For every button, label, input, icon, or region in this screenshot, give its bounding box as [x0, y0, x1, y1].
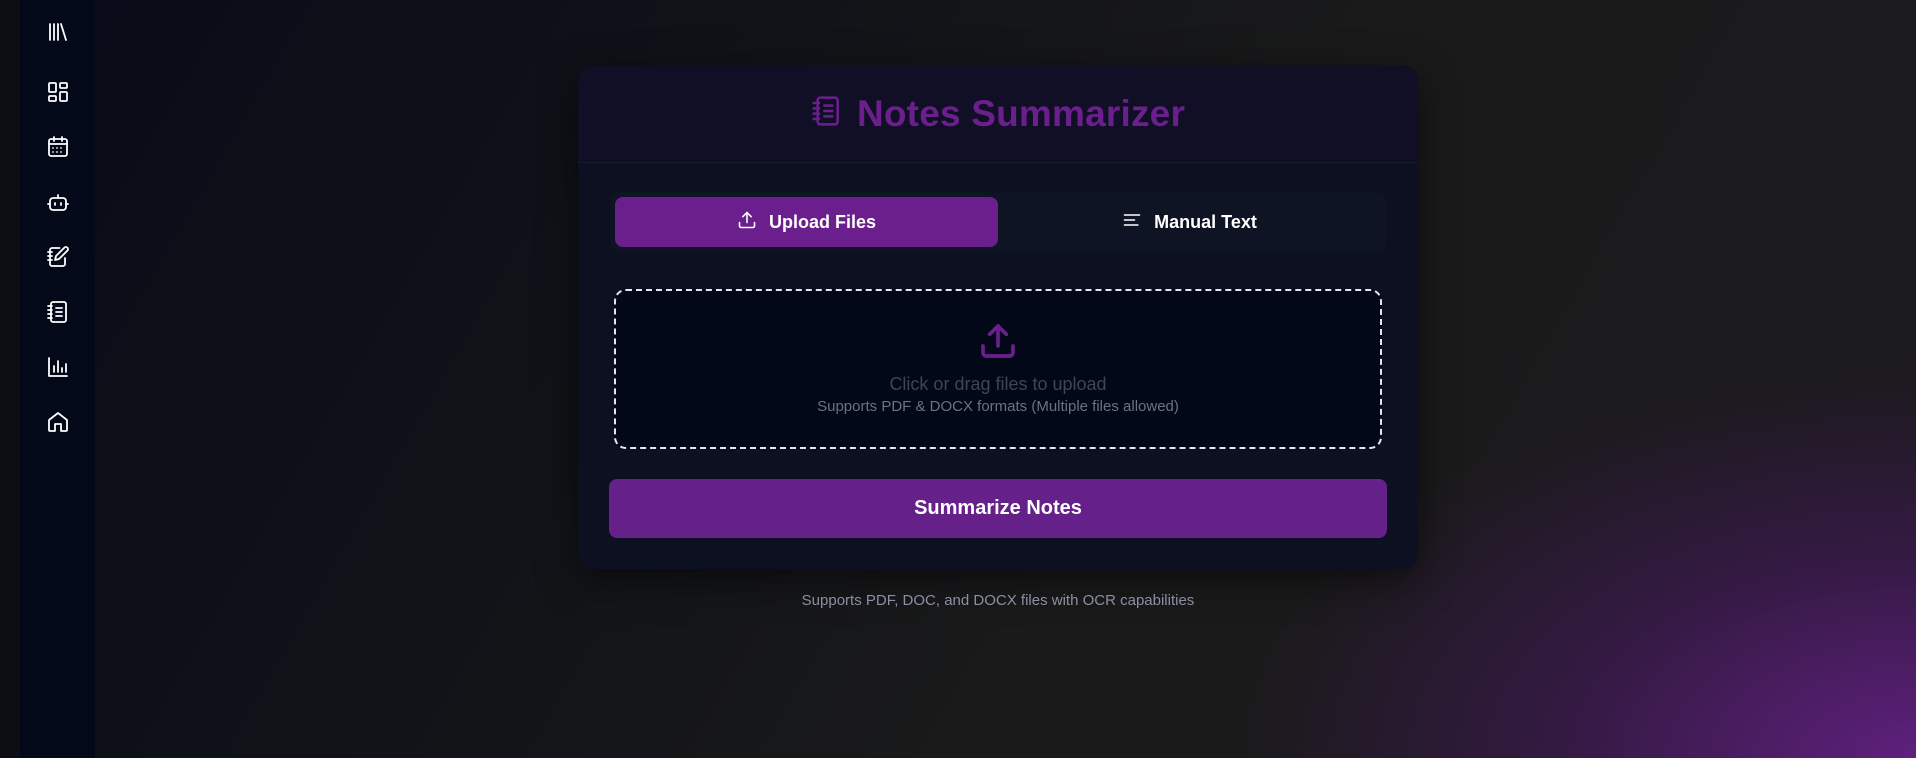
sidebar-item-assistant[interactable] — [40, 188, 76, 220]
library-icon[interactable] — [40, 16, 76, 48]
footer-note: Supports PDF, DOC, and DOCX files with O… — [801, 592, 1195, 609]
notebook-text-icon — [811, 95, 843, 132]
upload-icon — [737, 210, 757, 235]
summarize-button[interactable]: Summarize Notes — [609, 479, 1387, 538]
file-dropzone[interactable]: Click or drag files to upload Supports P… — [614, 289, 1382, 449]
card-header: Notes Summarizer — [578, 65, 1418, 163]
upload-icon — [978, 321, 1018, 366]
sidebar-item-notes-editor[interactable] — [40, 243, 76, 275]
sidebar-item-dashboard[interactable] — [40, 78, 76, 110]
tab-upload-files[interactable]: Upload Files — [615, 197, 998, 247]
notebook-pen-icon — [46, 245, 70, 274]
sidebar — [20, 0, 95, 758]
page-title: Notes Summarizer — [856, 92, 1186, 134]
sidebar-item-notes-summarizer[interactable] — [40, 298, 76, 330]
tab-label: Upload Files — [768, 211, 876, 232]
summarizer-card: Notes Summarizer Upload Files Manual Tex… — [578, 65, 1418, 569]
calendar-icon — [46, 135, 70, 164]
window-edge — [0, 0, 20, 758]
text-align-left-icon — [1122, 210, 1142, 235]
sidebar-item-analytics[interactable] — [40, 353, 76, 385]
bar-chart-icon — [46, 355, 70, 384]
sidebar-item-calendar[interactable] — [40, 133, 76, 165]
home-icon — [46, 410, 70, 439]
dropzone-formats: Supports PDF & DOCX formats (Multiple fi… — [817, 398, 1179, 415]
input-mode-tabs: Upload Files Manual Text — [610, 192, 1386, 252]
tab-label: Manual Text — [1154, 211, 1257, 232]
sidebar-item-home[interactable] — [40, 408, 76, 440]
notebook-text-icon — [46, 300, 70, 329]
dropzone-instruction: Click or drag files to upload — [889, 374, 1107, 394]
bot-icon — [46, 190, 70, 219]
tab-manual-text[interactable]: Manual Text — [998, 197, 1381, 247]
dashboard-icon — [46, 80, 70, 109]
